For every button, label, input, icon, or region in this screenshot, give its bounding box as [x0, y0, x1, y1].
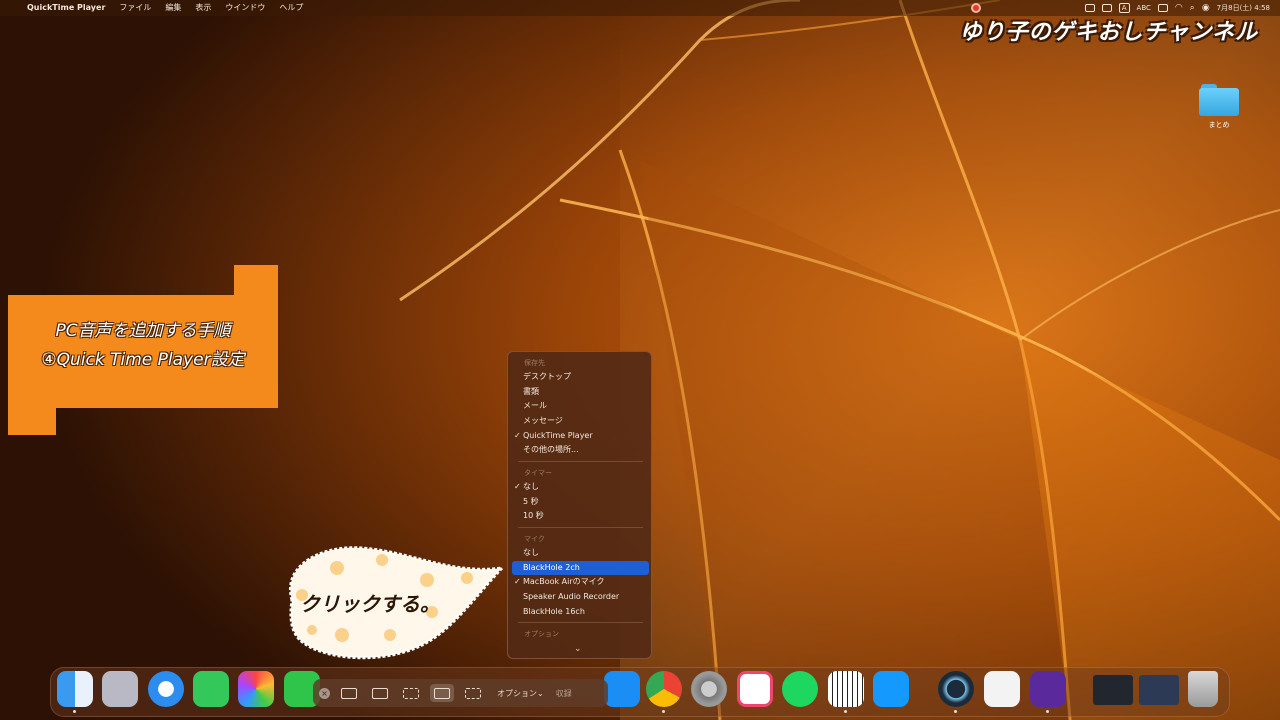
menu-separator [518, 461, 643, 462]
screen-icon [341, 687, 357, 699]
checkmark: ✓ [514, 577, 521, 586]
chrome-icon[interactable] [646, 671, 682, 713]
menu-item-speaker-audio-recorder[interactable]: Speaker Audio Recorder [512, 590, 649, 604]
folder-label: まとめ [1208, 121, 1230, 129]
checkmark: ✓ [514, 431, 521, 440]
menu-help[interactable]: ヘルプ [272, 0, 310, 16]
menu-item-timer-none[interactable]: ✓ なし [512, 480, 649, 494]
bubble-text: クリックする。 [300, 592, 440, 616]
speech-bubble: クリックする。 [282, 540, 512, 662]
record-selection-icon [465, 687, 481, 699]
system-settings-icon[interactable] [691, 671, 727, 707]
menu-item-other-location[interactable]: その他の場所... [512, 443, 649, 457]
textedit-icon[interactable] [984, 671, 1020, 707]
safari-icon[interactable] [148, 671, 184, 707]
menu-item-blackhole-2ch[interactable]: BlackHole 2ch [512, 561, 649, 575]
menu-view[interactable]: 表示 [188, 0, 218, 16]
close-icon[interactable]: × [319, 687, 330, 699]
search-icon[interactable]: ⌕ [1190, 3, 1195, 13]
record-button[interactable]: 収録 [556, 688, 572, 699]
piano-icon[interactable] [828, 671, 864, 713]
menu-item-mail[interactable]: メール [512, 399, 649, 413]
mic-header: マイク [524, 535, 545, 543]
save-location-header: 保存先 [524, 359, 545, 367]
video-app-icon[interactable] [1030, 671, 1066, 713]
menu-item-timer-5[interactable]: 5 秒 [512, 495, 649, 509]
menu-item-desktop[interactable]: デスクトップ [512, 370, 649, 384]
menu-app-name[interactable]: QuickTime Player [20, 0, 112, 16]
menu-edit[interactable]: 編集 [158, 0, 188, 16]
menu-item-mic-none[interactable]: なし [512, 546, 649, 560]
menu-item-messages[interactable]: メッセージ [512, 414, 649, 428]
input-indicator[interactable]: A [1118, 3, 1130, 13]
trash-icon[interactable] [1188, 671, 1218, 707]
finder-icon[interactable] [57, 671, 93, 713]
wifi-icon[interactable]: ◠ [1175, 3, 1183, 13]
battery-icon[interactable] [1157, 4, 1168, 12]
app-store-icon[interactable] [604, 671, 640, 707]
menu-file[interactable]: ファイル [112, 0, 158, 16]
folder-icon [1199, 84, 1239, 116]
record-stop-icon[interactable] [970, 3, 981, 13]
menu-separator [518, 527, 643, 528]
launchpad-icon[interactable] [102, 671, 138, 707]
input-source-label[interactable]: ABC [1137, 4, 1151, 12]
screen-capture-toolbar: × オプション⌄ 収録 [313, 679, 608, 707]
photos-icon[interactable] [238, 671, 274, 707]
record-entire-screen-button[interactable] [430, 684, 454, 702]
control-center-icon[interactable]: ◉ [1202, 3, 1210, 13]
timer-header: タイマー [524, 469, 552, 477]
capture-entire-screen-button[interactable] [337, 684, 361, 702]
menu-item-quicktime[interactable]: ✓ QuickTime Player [512, 429, 649, 443]
messages-icon[interactable] [193, 671, 229, 707]
window-icon [372, 687, 388, 699]
menu-separator [518, 622, 643, 623]
step-caption: PC音声を追加する手順 ④Quick Time Player設定 [8, 265, 278, 435]
menu-item-timer-10[interactable]: 10 秒 [512, 509, 649, 523]
menu-window[interactable]: ウインドウ [218, 0, 272, 16]
capture-selection-button[interactable] [399, 684, 423, 702]
window-thumbnail-2[interactable] [1139, 675, 1179, 705]
selection-icon [403, 687, 419, 699]
record-selection-button[interactable] [461, 684, 485, 702]
menu-item-documents[interactable]: 書類 [512, 385, 649, 399]
channel-title: ゆり子のゲキおしチャンネル [959, 20, 1258, 45]
screen-recorder-icon[interactable] [737, 671, 773, 707]
options-button[interactable]: オプション⌄ [497, 688, 544, 699]
prime-video-icon[interactable] [873, 671, 909, 707]
menu-item-macbook-mic[interactable]: ✓ MacBook Airのマイク [512, 575, 649, 589]
options-header: オプション [524, 630, 559, 638]
capture-window-button[interactable] [368, 684, 392, 702]
quicktime-icon[interactable] [938, 671, 974, 713]
window-icon[interactable] [1101, 4, 1112, 12]
window-thumbnail-1[interactable] [1093, 675, 1133, 705]
display-icon[interactable] [1084, 4, 1095, 12]
record-screen-icon [434, 687, 450, 699]
menu-item-blackhole-16ch[interactable]: BlackHole 16ch [512, 605, 649, 619]
chevron-down-icon[interactable]: ⌄ [574, 644, 582, 654]
desktop-folder[interactable]: まとめ [1196, 84, 1242, 130]
capture-options-menu: 保存先 デスクトップ 書類 メール メッセージ ✓ QuickTime Playe… [507, 351, 652, 659]
spotify-icon[interactable] [782, 671, 818, 707]
step-line-2: ④Quick Time Player設定 [41, 350, 245, 370]
step-line-1: PC音声を追加する手順 [55, 321, 231, 341]
clock[interactable]: 7月8日(土) 4:58 [1217, 3, 1270, 13]
checkmark: ✓ [514, 482, 521, 491]
